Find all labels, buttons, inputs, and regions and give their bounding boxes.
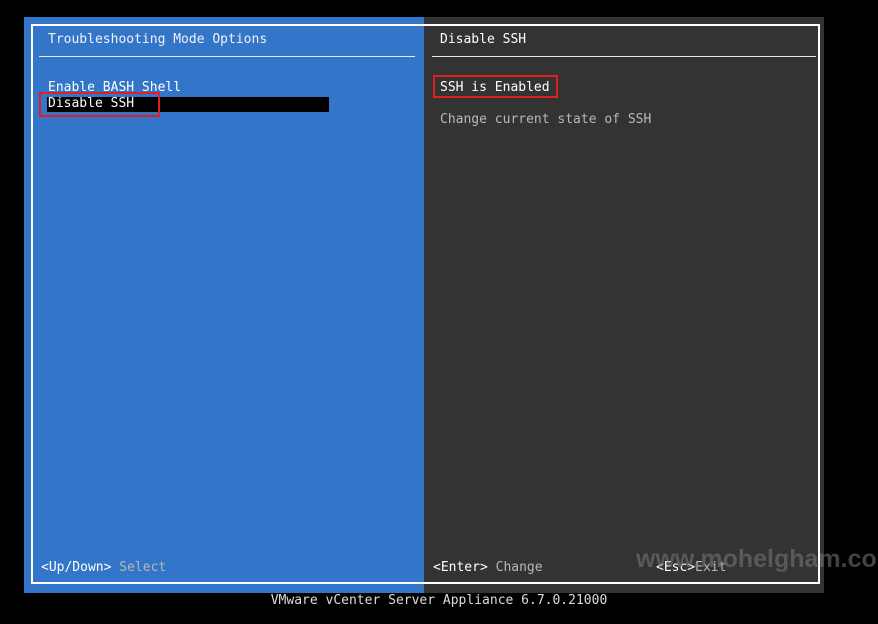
options-panel-title: Troubleshooting Mode Options	[48, 32, 268, 47]
menu-item-disable-ssh[interactable]: Disable SSH	[47, 96, 329, 112]
options-title-divider	[39, 56, 415, 57]
watermark-text: www.mohelgham.com	[636, 545, 878, 573]
dcui-screen: Troubleshooting Mode Options Disable SSH…	[24, 17, 824, 593]
ssh-status-text: SSH is Enabled	[440, 80, 550, 95]
hint-select: Select	[119, 560, 167, 575]
detail-title-divider	[432, 56, 816, 57]
footer-hint-change: <Enter> Change	[433, 560, 543, 576]
menu-item-disable-ssh-label: Disable SSH	[48, 96, 135, 111]
hint-change: Change	[495, 560, 543, 575]
menu-item-enable-bash-shell[interactable]: Enable BASH Shell	[48, 80, 181, 96]
detail-panel-title: Disable SSH	[440, 32, 527, 47]
key-up-down: <Up/Down>	[41, 560, 112, 575]
detail-panel-border	[424, 24, 820, 584]
footer-hint-select: <Up/Down> Select	[41, 560, 166, 576]
key-enter: <Enter>	[433, 560, 488, 575]
product-version-line: VMware vCenter Server Appliance 6.7.0.21…	[270, 593, 608, 608]
ssh-description-text: Change current state of SSH	[440, 112, 652, 127]
